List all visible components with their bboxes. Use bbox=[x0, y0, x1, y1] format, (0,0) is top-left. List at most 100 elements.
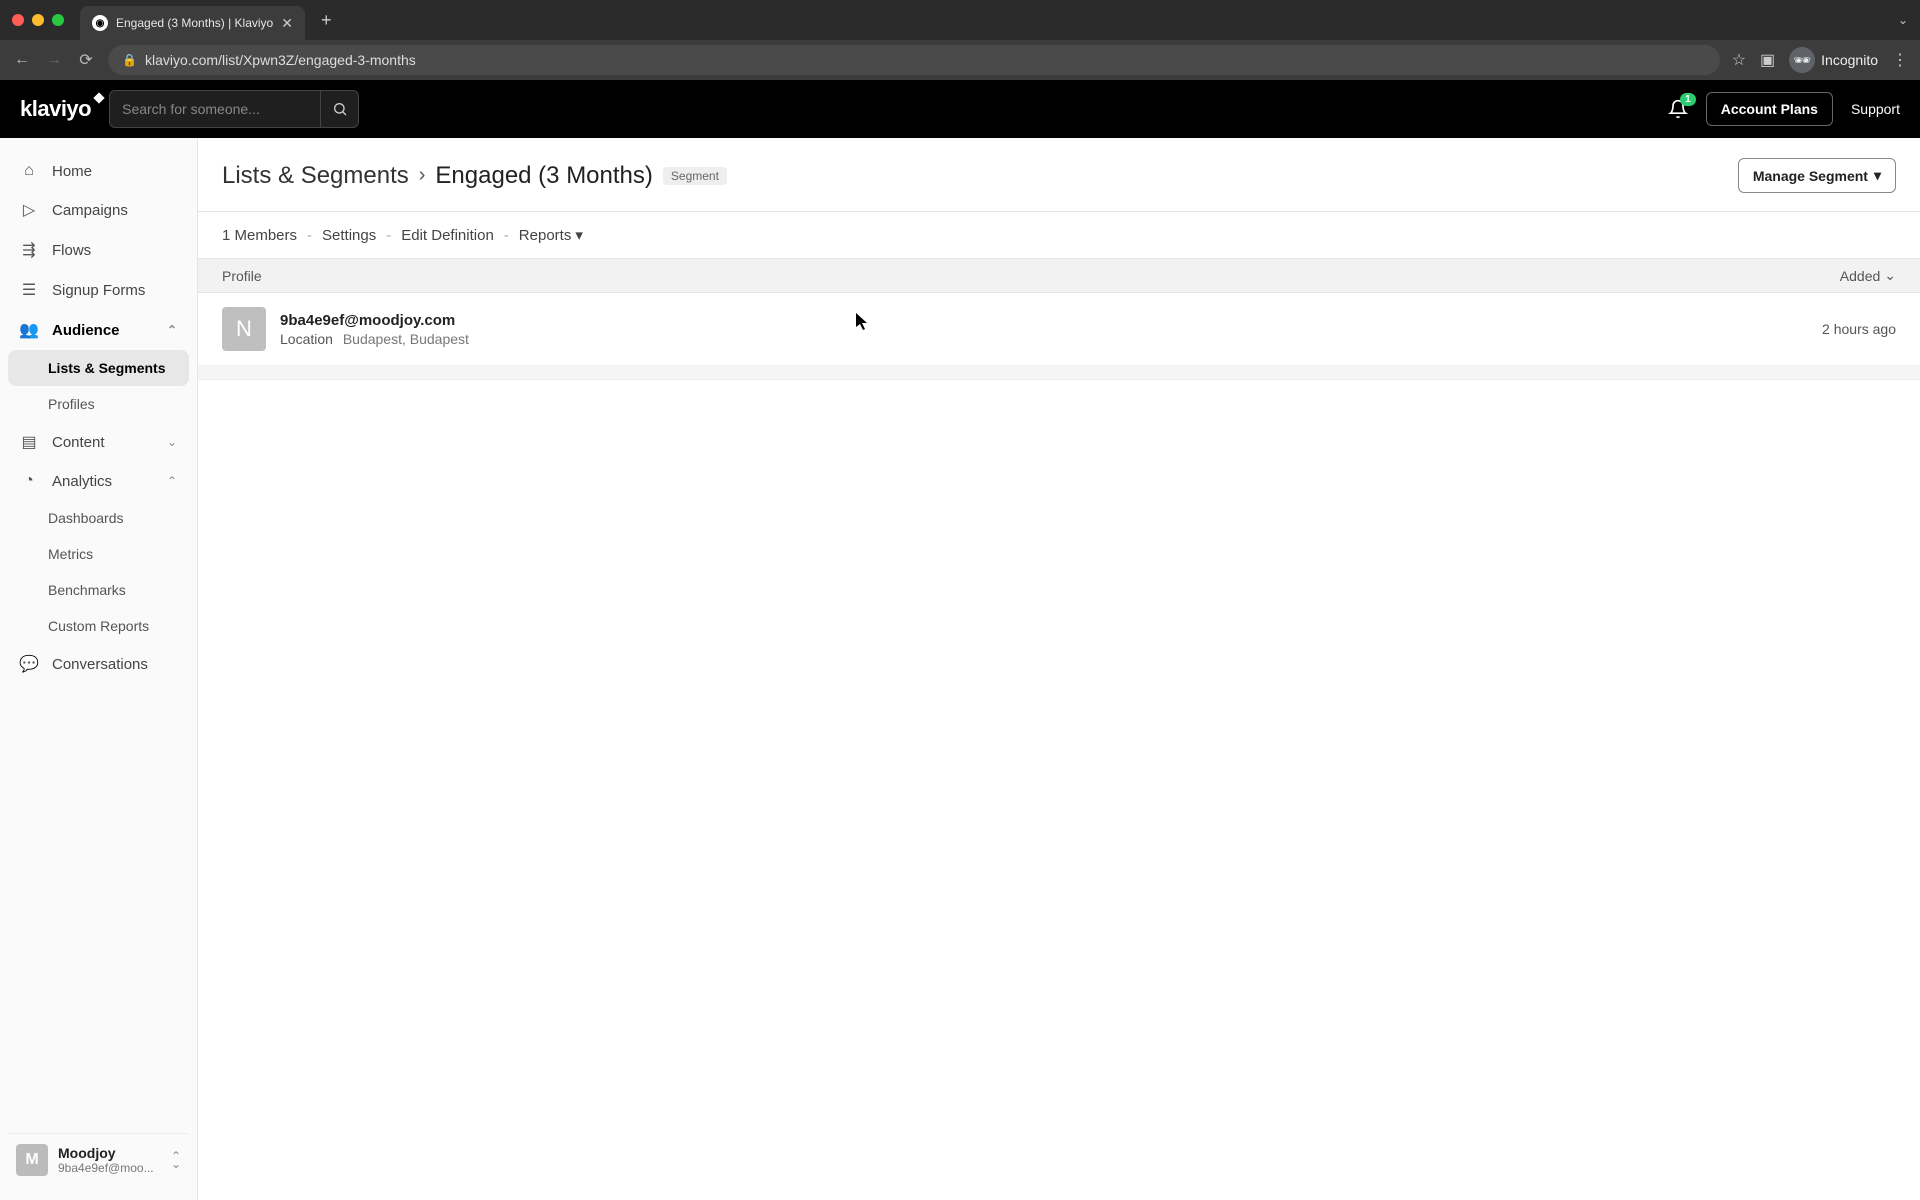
subnav-settings[interactable]: Settings bbox=[322, 227, 376, 244]
table-row[interactable]: N 9ba4e9ef@moodjoy.com Location Budapest… bbox=[198, 293, 1920, 366]
org-switcher-caret-icon: ⌃⌄ bbox=[171, 1152, 181, 1168]
back-button[interactable]: ← bbox=[12, 51, 32, 69]
sidebar-item-label: Metrics bbox=[48, 546, 93, 562]
breadcrumb: Lists & Segments › Engaged (3 Months) Se… bbox=[222, 158, 1896, 193]
form-icon: ☰ bbox=[20, 280, 38, 300]
subnav-separator: - bbox=[307, 227, 312, 244]
org-meta: Moodjoy 9ba4e9ef@moo... bbox=[58, 1145, 161, 1175]
sidebar-item-metrics[interactable]: Metrics bbox=[8, 536, 189, 572]
new-tab-button[interactable]: + bbox=[321, 10, 332, 31]
tab-close-icon[interactable]: ✕ bbox=[281, 15, 293, 32]
window-minimize-button[interactable] bbox=[32, 14, 44, 26]
browser-tab[interactable]: ◉ Engaged (3 Months) | Klaviyo ✕ bbox=[80, 6, 305, 40]
window-maximize-button[interactable] bbox=[52, 14, 64, 26]
global-search bbox=[109, 90, 359, 128]
analytics-icon: ◔ bbox=[20, 472, 38, 490]
sidebar-item-campaigns[interactable]: ▷ Campaigns bbox=[8, 190, 189, 230]
tab-title: Engaged (3 Months) | Klaviyo bbox=[116, 16, 273, 30]
profile-email[interactable]: 9ba4e9ef@moodjoy.com bbox=[280, 312, 1822, 329]
search-input[interactable] bbox=[110, 101, 320, 117]
audience-icon: 👥 bbox=[20, 320, 38, 340]
location-value: Budapest, Budapest bbox=[343, 331, 469, 347]
caret-down-icon: ▾ bbox=[575, 226, 583, 244]
column-header-added[interactable]: Added ⌄ bbox=[1840, 267, 1896, 284]
sidebar-item-label: Signup Forms bbox=[52, 282, 145, 299]
org-sub: 9ba4e9ef@moo... bbox=[58, 1161, 161, 1175]
sort-caret-icon: ⌄ bbox=[1884, 267, 1896, 284]
subnav-reports-label: Reports bbox=[519, 227, 572, 244]
chevron-up-icon: ⌃ bbox=[167, 323, 177, 337]
chevron-down-icon: ⌄ bbox=[167, 435, 177, 449]
main-content: Lists & Segments › Engaged (3 Months) Se… bbox=[198, 138, 1920, 1200]
notifications-button[interactable]: 1 bbox=[1668, 99, 1688, 119]
sidebar-item-flows[interactable]: ⇶ Flows bbox=[8, 230, 189, 270]
sidebar: ⌂ Home ▷ Campaigns ⇶ Flows ☰ Signup Form… bbox=[0, 138, 198, 1200]
window-controls bbox=[12, 14, 64, 26]
search-icon bbox=[332, 101, 348, 117]
chat-icon: 💬 bbox=[20, 654, 38, 674]
send-icon: ▷ bbox=[20, 200, 38, 220]
sidebar-item-dashboards[interactable]: Dashboards bbox=[8, 500, 189, 536]
sidebar-item-label: Home bbox=[52, 163, 92, 180]
sidebar-item-conversations[interactable]: 💬 Conversations bbox=[8, 644, 189, 684]
sidebar-item-audience[interactable]: 👥 Audience ⌃ bbox=[8, 310, 189, 350]
window-close-button[interactable] bbox=[12, 14, 24, 26]
sidebar-item-signup-forms[interactable]: ☰ Signup Forms bbox=[8, 270, 189, 310]
column-header-profile: Profile bbox=[222, 268, 262, 284]
breadcrumb-separator-icon: › bbox=[419, 164, 426, 187]
sidebar-item-label: Custom Reports bbox=[48, 618, 149, 634]
sidebar-item-label: Lists & Segments bbox=[48, 360, 165, 376]
forward-button[interactable]: → bbox=[44, 51, 64, 69]
subnav-edit-definition[interactable]: Edit Definition bbox=[401, 227, 494, 244]
url-field[interactable]: 🔒 klaviyo.com/list/Xpwn3Z/engaged-3-mont… bbox=[108, 45, 1720, 75]
table-header: Profile Added ⌄ bbox=[198, 258, 1920, 293]
sidebar-item-label: Flows bbox=[52, 242, 91, 259]
manage-segment-button[interactable]: Manage Segment ▾ bbox=[1738, 158, 1896, 193]
segment-badge: Segment bbox=[663, 167, 727, 185]
incognito-icon: 🕶 bbox=[1789, 47, 1815, 73]
klaviyo-logo[interactable]: klaviyo bbox=[20, 96, 91, 122]
subnav-separator: - bbox=[504, 227, 509, 244]
sidebar-item-label: Dashboards bbox=[48, 510, 124, 526]
location-label: Location bbox=[280, 331, 333, 347]
lock-icon: 🔒 bbox=[122, 53, 137, 67]
home-icon: ⌂ bbox=[20, 162, 38, 180]
account-plans-button[interactable]: Account Plans bbox=[1706, 92, 1833, 126]
browser-address-bar: ← → ⟳ 🔒 klaviyo.com/list/Xpwn3Z/engaged-… bbox=[0, 40, 1920, 80]
sidebar-item-analytics[interactable]: ◔ Analytics ⌃ bbox=[8, 462, 189, 500]
support-link[interactable]: Support bbox=[1851, 101, 1900, 117]
browser-menu-icon[interactable]: ⋮ bbox=[1892, 50, 1908, 70]
subnav-reports-dropdown[interactable]: Reports ▾ bbox=[519, 226, 583, 244]
sidebar-item-lists-segments[interactable]: Lists & Segments bbox=[8, 350, 189, 386]
extensions-icon[interactable]: ▣ bbox=[1760, 50, 1775, 70]
sidebar-item-label: Campaigns bbox=[52, 202, 128, 219]
flow-icon: ⇶ bbox=[20, 240, 38, 260]
profile-meta: 9ba4e9ef@moodjoy.com Location Budapest, … bbox=[280, 312, 1822, 347]
subnav-members[interactable]: 1 Members bbox=[222, 227, 297, 244]
tab-overflow-icon[interactable]: ⌄ bbox=[1898, 13, 1908, 27]
sidebar-item-label: Conversations bbox=[52, 656, 148, 673]
subnav-separator: - bbox=[386, 227, 391, 244]
bookmark-star-icon[interactable]: ☆ bbox=[1732, 50, 1746, 70]
breadcrumb-root-link[interactable]: Lists & Segments bbox=[222, 162, 409, 190]
sidebar-item-custom-reports[interactable]: Custom Reports bbox=[8, 608, 189, 644]
reload-button[interactable]: ⟳ bbox=[76, 50, 96, 70]
sidebar-item-label: Benchmarks bbox=[48, 582, 126, 598]
page-title: Engaged (3 Months) bbox=[435, 162, 652, 190]
sidebar-item-content[interactable]: ▤ Content ⌄ bbox=[8, 422, 189, 462]
sidebar-item-label: Analytics bbox=[52, 473, 112, 490]
profile-avatar: N bbox=[222, 307, 266, 351]
subnav: 1 Members - Settings - Edit Definition -… bbox=[222, 212, 1896, 258]
tab-favicon: ◉ bbox=[92, 15, 108, 31]
sidebar-item-benchmarks[interactable]: Benchmarks bbox=[8, 572, 189, 608]
search-button[interactable] bbox=[320, 90, 358, 128]
sidebar-item-profiles[interactable]: Profiles bbox=[8, 386, 189, 422]
org-switcher[interactable]: M Moodjoy 9ba4e9ef@moo... ⌃⌄ bbox=[8, 1133, 189, 1186]
sidebar-item-home[interactable]: ⌂ Home bbox=[8, 152, 189, 190]
sidebar-item-label: Profiles bbox=[48, 396, 95, 412]
column-header-added-label: Added bbox=[1840, 268, 1880, 284]
incognito-badge[interactable]: 🕶 Incognito bbox=[1789, 47, 1878, 73]
manage-segment-label: Manage Segment bbox=[1753, 168, 1868, 184]
notification-badge: 1 bbox=[1680, 93, 1696, 106]
sidebar-item-label: Audience bbox=[52, 322, 120, 339]
